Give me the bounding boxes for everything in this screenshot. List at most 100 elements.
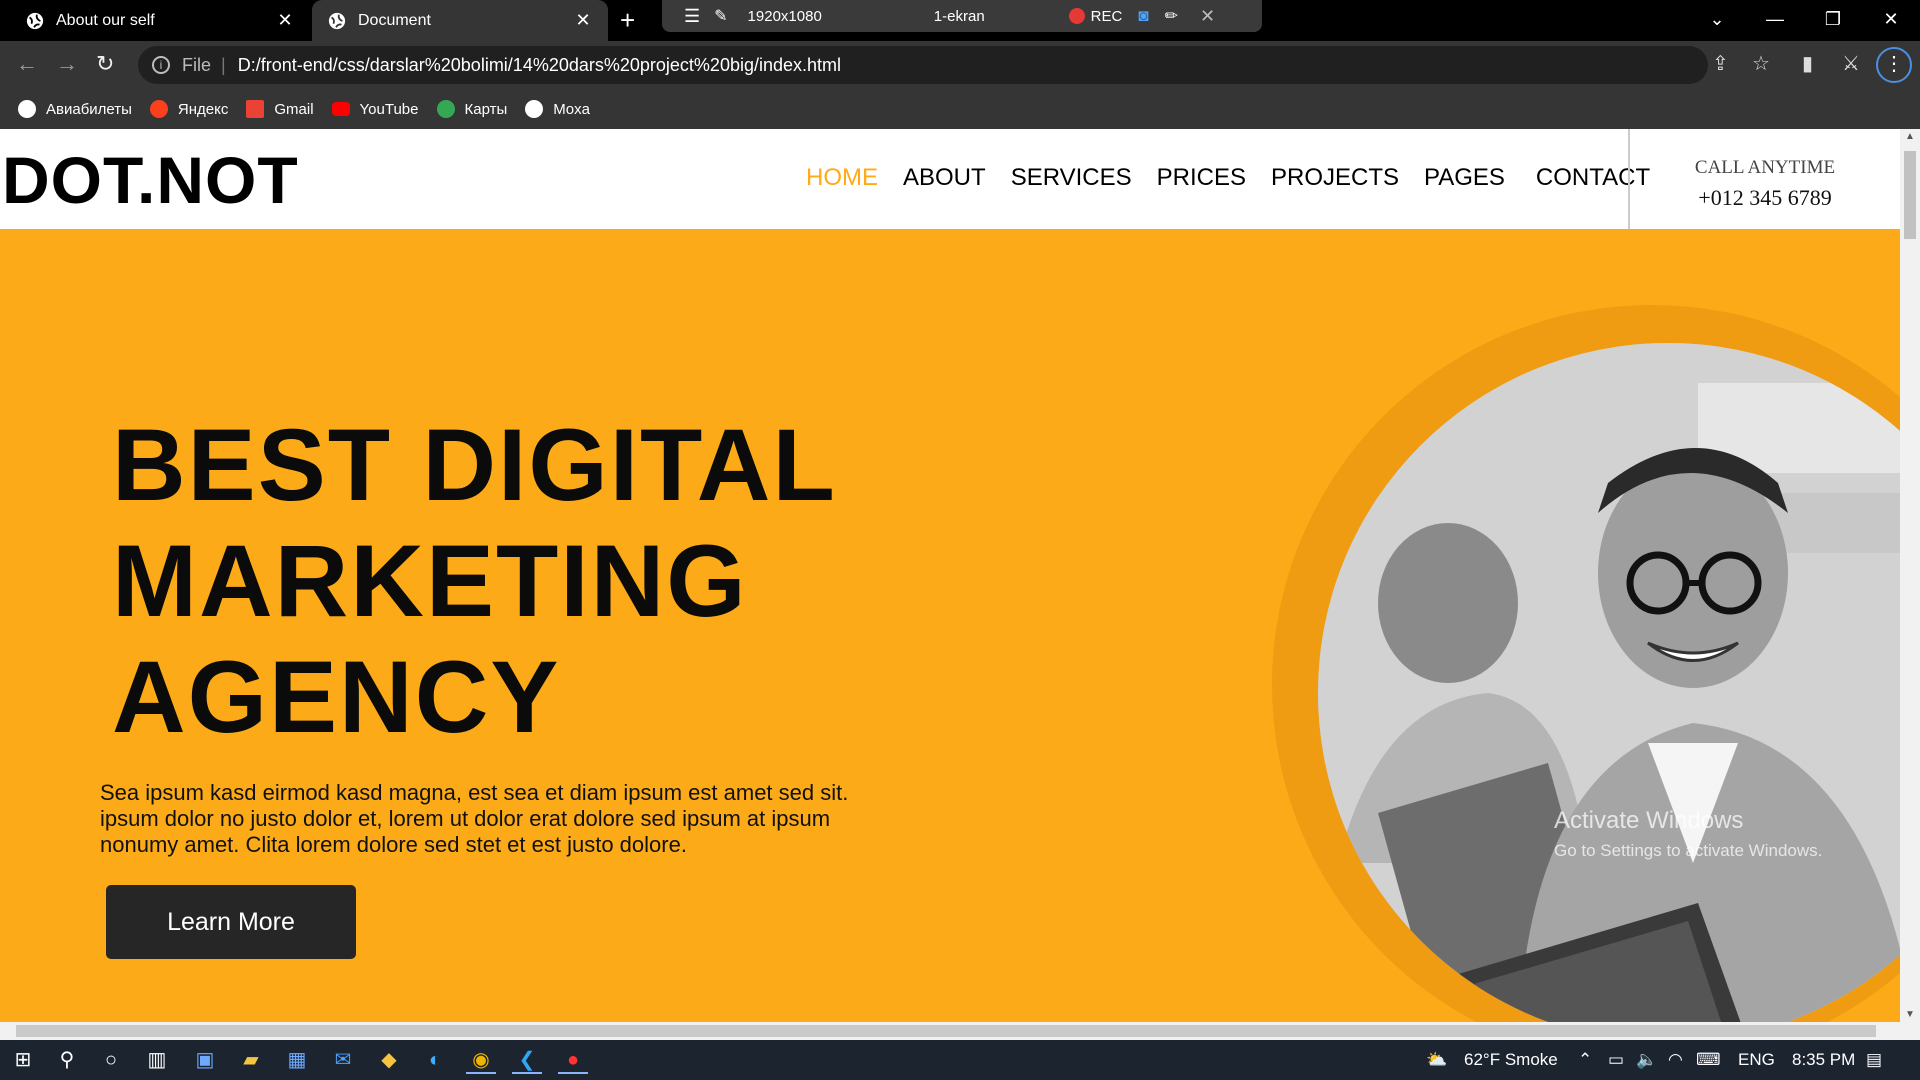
back-icon[interactable]: ← [16,51,38,77]
weather-icon[interactable]: ⛅ [1426,1040,1447,1080]
map-pin-icon [436,100,455,118]
weather-text[interactable]: 62°F Smoke [1464,1040,1558,1080]
watermark-title: Activate Windows [1554,807,1744,834]
globe-icon [18,100,36,118]
site-logo[interactable]: DOT.NOT [2,142,299,218]
notifications-icon[interactable]: ▤ [1866,1040,1882,1080]
headline-line: MARKETING [112,524,748,638]
call-box: CALL ANYTIME +012 345 6789 [1628,129,1900,229]
bookmark-label: Яндекс [177,100,229,118]
camera-icon[interactable]: ◙ [1138,6,1148,26]
forward-icon[interactable]: → [56,51,78,77]
globe-icon [328,12,346,29]
scroll-thumb[interactable] [1904,151,1916,239]
tab-strip: About our self ✕ Document ✕ + ☰ ✎ 1920x1… [0,0,1920,41]
windows-start-icon[interactable]: ⊞ [8,1046,38,1074]
minimize-button[interactable]: — [1746,0,1804,38]
headline-line: AGENCY [112,640,561,754]
record-label[interactable]: REC [1091,8,1123,25]
new-tab-button[interactable]: + [620,7,635,33]
bookmark-label: Карты [464,100,508,118]
main-nav: HOME ABOUT SERVICES PRICES PROJECTS PAGE… [806,164,1675,192]
chrome-icon[interactable]: ◉ [466,1046,496,1074]
close-icon[interactable]: ✕ [272,10,298,31]
save-app-icon[interactable]: ▣ [190,1046,220,1074]
info-icon[interactable]: i [152,56,170,74]
clock[interactable]: 8:35 PM [1792,1040,1855,1080]
profile-menu-icon[interactable]: ⋮ [1876,47,1912,83]
bookmark-item[interactable]: Яндекс [149,100,229,118]
browser-toolbar: ← → ↻ i File | D:/front-end/css/darslar%… [0,41,1920,89]
youtube-icon [331,102,350,116]
store-icon[interactable]: ▦ [282,1046,312,1074]
bookmark-star-icon[interactable]: ☆ [1752,51,1770,76]
bookmark-item[interactable]: YouTube [331,101,419,118]
vscode-icon[interactable]: ❮ [512,1046,542,1074]
nav-home[interactable]: HOME [806,164,878,192]
recorder-screen[interactable]: 1-ekran [934,8,985,25]
nav-pages[interactable]: PAGES [1424,164,1505,192]
bookmark-item[interactable]: Gmail [246,100,314,118]
bookmark-item[interactable]: Карты [436,100,508,118]
call-number[interactable]: +012 345 6789 [1630,185,1900,211]
tab-search-icon[interactable]: ⌄ [1688,0,1746,38]
extension-icon[interactable]: ⚔ [1842,51,1860,76]
keyboard-icon[interactable]: ⌨ [1696,1040,1721,1080]
battery-icon[interactable]: ▭ [1608,1040,1624,1080]
vertical-scrollbar[interactable]: ▲ ▼ [1900,129,1920,1022]
bookmark-item[interactable]: Moxa [525,100,590,118]
url-text[interactable]: D:/front-end/css/darslar%20bolimi/14%20d… [238,55,841,76]
horizontal-scrollbar[interactable] [0,1022,1920,1040]
tab-document[interactable]: Document ✕ [312,0,608,41]
restore-button[interactable]: ❐ [1804,0,1862,38]
address-bar[interactable]: i File | D:/front-end/css/darslar%20boli… [138,46,1708,84]
search-icon[interactable]: ⚲ [52,1046,82,1074]
menu-icon[interactable]: ☰ [684,6,700,27]
scroll-down-icon[interactable]: ▼ [1900,1009,1920,1020]
edge-icon[interactable]: ◐ [420,1046,450,1074]
call-label: CALL ANYTIME [1694,157,1836,178]
gmail-icon [246,100,265,118]
network-icon[interactable]: ◠ [1668,1040,1683,1080]
nav-services[interactable]: SERVICES [1011,164,1132,192]
pen-icon[interactable]: ✏ [1165,6,1178,26]
cortana-icon[interactable]: ○ [96,1046,126,1074]
volume-icon[interactable]: 🔈 [1636,1040,1657,1080]
language-indicator[interactable]: ENG [1738,1040,1775,1080]
watermark-subtitle: Go to Settings to activate Windows. [1554,841,1823,860]
file-explorer-icon[interactable]: ▰ [236,1046,266,1074]
globe-icon [525,100,544,118]
yandex-icon [149,100,168,118]
pin-icon[interactable]: ✎ [714,6,727,26]
bookmark-label: Moxa [553,100,590,118]
bookmark-item[interactable]: Авиабилеты [18,100,132,118]
headline-line: BEST DIGITAL [112,408,837,522]
url-separator: | [221,54,226,75]
record-dot-icon[interactable] [1068,8,1085,24]
tray-chevron-icon[interactable]: ⌃ [1578,1040,1592,1080]
recorder-resolution[interactable]: 1920x1080 [748,8,822,25]
recorder-icon[interactable]: ● [558,1046,588,1074]
close-icon[interactable]: ✕ [570,10,596,31]
url-scheme: File [182,54,212,75]
page-viewport: DOT.NOT HOME ABOUT SERVICES PRICES PROJE… [0,129,1900,1022]
learn-more-button[interactable]: Learn More [106,885,356,959]
tab-about[interactable]: About our self ✕ [10,0,310,41]
scroll-thumb[interactable] [16,1025,1876,1037]
task-view-icon[interactable]: ▥ [142,1046,172,1074]
nav-prices[interactable]: PRICES [1157,164,1246,192]
hero-headline: BEST DIGITAL MARKETING AGENCY [112,407,837,755]
globe-icon [26,12,44,29]
nav-projects[interactable]: PROJECTS [1271,164,1399,192]
windows-taskbar: ⊞ ⚲ ○ ▥ ▣ ▰ ▦ ✉ ◆ ◐ ◉ ❮ ● ⛅ 62°F Smoke ⌃… [0,1040,1920,1080]
close-icon[interactable]: ✕ [1200,6,1215,27]
scroll-up-icon[interactable]: ▲ [1900,131,1920,142]
git-icon[interactable]: ◆ [374,1046,404,1074]
mail-icon[interactable]: ✉ [328,1046,358,1074]
hero-section: BEST DIGITAL MARKETING AGENCY Sea ipsum … [0,229,1900,1022]
side-panel-icon[interactable]: ▮ [1802,51,1813,76]
share-icon[interactable]: ⇪ [1712,51,1729,76]
reload-icon[interactable]: ↻ [96,51,114,77]
nav-about[interactable]: ABOUT [903,164,986,192]
close-window-button[interactable]: ✕ [1862,0,1920,38]
